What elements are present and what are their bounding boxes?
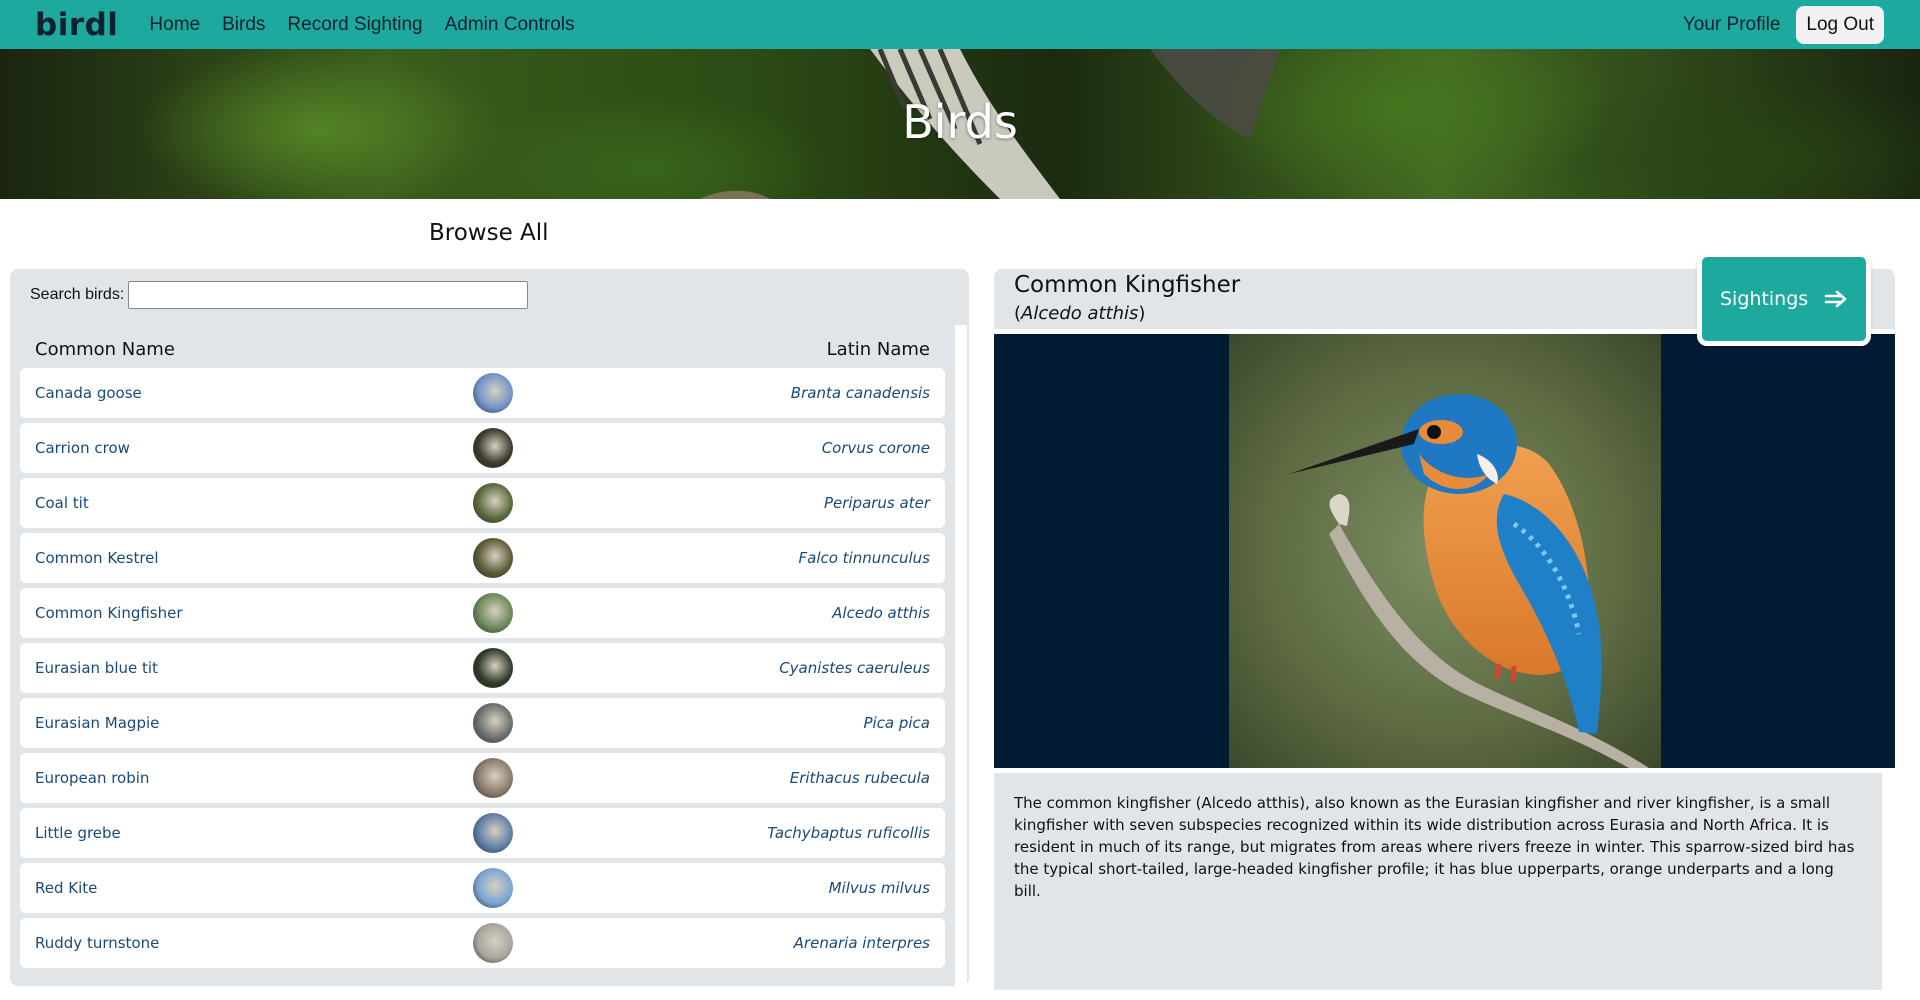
bird-common-name-link[interactable]: Eurasian blue tit bbox=[35, 659, 158, 677]
arrow-right-icon bbox=[1824, 290, 1848, 308]
bird-latin-name-link[interactable]: Tachybaptus ruficollis bbox=[767, 824, 930, 842]
bird-detail-latin-text: Alcedo atthis bbox=[1021, 303, 1139, 324]
search-row: Search birds: bbox=[10, 269, 969, 321]
nav-link-birds[interactable]: Birds bbox=[222, 14, 265, 36]
top-navbar: birdl Home Birds Record Sighting Admin C… bbox=[0, 0, 1920, 49]
column-header-common-name: Common Name bbox=[35, 339, 175, 360]
browse-all-heading: Browse All bbox=[429, 220, 549, 246]
bird-latin-name-link[interactable]: Pica pica bbox=[863, 714, 930, 732]
bird-thumbnail bbox=[473, 483, 513, 523]
bird-thumbnail bbox=[473, 538, 513, 578]
bird-row[interactable]: Ruddy turnstone Arenaria interpres bbox=[20, 918, 945, 968]
bird-thumbnail bbox=[473, 428, 513, 468]
bird-row[interactable]: Common Kingfisher Alcedo atthis bbox=[20, 588, 945, 638]
table-header: Common Name Latin Name bbox=[10, 325, 955, 368]
nav-link-record-sighting[interactable]: Record Sighting bbox=[287, 14, 422, 36]
bird-common-name-link[interactable]: Common Kestrel bbox=[35, 549, 159, 567]
bird-common-name-link[interactable]: European robin bbox=[35, 769, 149, 787]
logout-button[interactable]: Log Out bbox=[1796, 5, 1884, 44]
bird-description-panel: The common kingfisher (Alcedo atthis), a… bbox=[994, 773, 1882, 990]
bird-row[interactable]: Eurasian blue tit Cyanistes caeruleus bbox=[20, 643, 945, 693]
bird-common-name-link[interactable]: Red Kite bbox=[35, 879, 97, 897]
sightings-button[interactable]: Sightings bbox=[1697, 252, 1871, 346]
kingfisher-photo bbox=[1229, 334, 1661, 768]
column-header-latin-name: Latin Name bbox=[826, 339, 930, 360]
bird-row[interactable]: Common Kestrel Falco tinnunculus bbox=[20, 533, 945, 583]
bird-list-panel: Search birds: Common Name Latin Name Can… bbox=[10, 269, 969, 986]
nav-link-admin-controls[interactable]: Admin Controls bbox=[445, 14, 575, 36]
bird-row[interactable]: European robin Erithacus rubecula bbox=[20, 753, 945, 803]
bird-thumbnail bbox=[473, 813, 513, 853]
bird-common-name-link[interactable]: Little grebe bbox=[35, 824, 121, 842]
nav-link-home[interactable]: Home bbox=[149, 14, 200, 36]
bird-thumbnail bbox=[473, 868, 513, 908]
bird-thumbnail bbox=[473, 373, 513, 413]
bird-row[interactable]: Coal tit Periparus ater bbox=[20, 478, 945, 528]
bird-description-text: The common kingfisher (Alcedo atthis), a… bbox=[1014, 794, 1855, 900]
bird-thumbnail bbox=[473, 758, 513, 798]
bird-latin-name-link[interactable]: Milvus milvus bbox=[829, 879, 930, 897]
bird-row[interactable]: Canada goose Branta canadensis bbox=[20, 368, 945, 418]
bird-thumbnail bbox=[473, 923, 513, 963]
bird-detail-name: Common Kingfisher bbox=[1014, 272, 1241, 298]
bird-row[interactable]: Carrion crow Corvus corone bbox=[20, 423, 945, 473]
bird-common-name-link[interactable]: Ruddy turnstone bbox=[35, 934, 159, 952]
brand-logo[interactable]: birdl bbox=[35, 7, 118, 43]
bird-common-name-link[interactable]: Common Kingfisher bbox=[35, 604, 183, 622]
search-label: Search birds: bbox=[30, 286, 125, 303]
bird-row[interactable]: Eurasian Magpie Pica pica bbox=[20, 698, 945, 748]
bird-table[interactable]: Common Name Latin Name Canada goose Brant… bbox=[10, 325, 967, 986]
bird-latin-name-link[interactable]: Erithacus rubecula bbox=[790, 769, 930, 787]
hero-banner: Birds bbox=[0, 49, 1920, 199]
bird-thumbnail bbox=[473, 703, 513, 743]
bird-common-name-link[interactable]: Eurasian Magpie bbox=[35, 714, 159, 732]
bird-detail-image-frame bbox=[994, 334, 1895, 768]
bird-thumbnail bbox=[473, 593, 513, 633]
bird-detail-latin-name: (Alcedo atthis) bbox=[1014, 303, 1146, 324]
bird-latin-name-link[interactable]: Arenaria interpres bbox=[794, 934, 930, 952]
bird-common-name-link[interactable]: Carrion crow bbox=[35, 439, 130, 457]
nav-link-your-profile[interactable]: Your Profile bbox=[1683, 14, 1781, 36]
bird-common-name-link[interactable]: Canada goose bbox=[35, 384, 142, 402]
bird-thumbnail bbox=[473, 648, 513, 688]
bird-latin-name-link[interactable]: Alcedo atthis bbox=[832, 604, 930, 622]
search-input[interactable] bbox=[128, 281, 529, 309]
bird-latin-name-link[interactable]: Falco tinnunculus bbox=[799, 549, 931, 567]
bird-row[interactable]: Little grebe Tachybaptus ruficollis bbox=[20, 808, 945, 858]
bird-latin-name-link[interactable]: Periparus ater bbox=[824, 494, 930, 512]
nav-right-group: Your Profile Log Out bbox=[1683, 0, 1884, 49]
bird-latin-name-link[interactable]: Corvus corone bbox=[822, 439, 930, 457]
sightings-button-label: Sightings bbox=[1720, 288, 1809, 310]
hero-title: Birds bbox=[902, 95, 1018, 149]
bird-common-name-link[interactable]: Coal tit bbox=[35, 494, 89, 512]
bird-latin-name-link[interactable]: Cyanistes caeruleus bbox=[779, 659, 930, 677]
bird-latin-name-link[interactable]: Branta canadensis bbox=[791, 384, 930, 402]
bird-row[interactable]: Red Kite Milvus milvus bbox=[20, 863, 945, 913]
bird-rows: Canada goose Branta canadensis Carrion cro… bbox=[10, 368, 955, 968]
